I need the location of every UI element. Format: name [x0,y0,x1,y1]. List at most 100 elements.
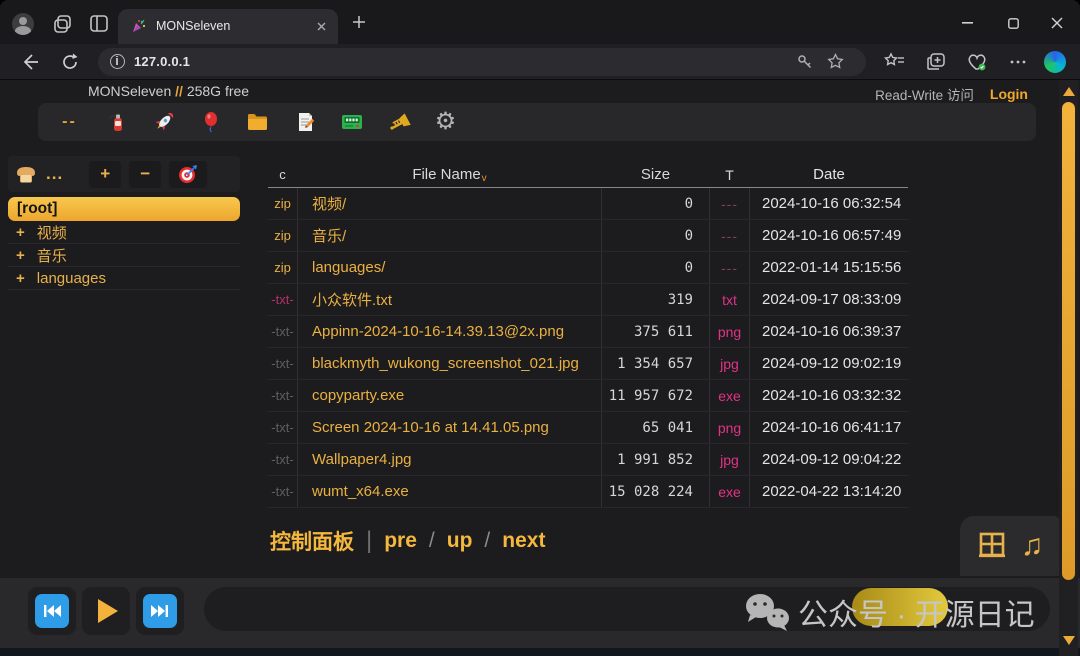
tree-item-label: 视频 [37,222,67,243]
scrollbar-thumb[interactable] [1062,102,1075,580]
rocket-icon[interactable] [140,105,187,139]
tree-expander[interactable]: + [16,224,25,241]
dart-target-icon[interactable] [169,161,207,188]
next-track-button[interactable] [136,587,184,635]
reload-icon[interactable] [60,52,80,72]
tree-item-label: 音乐 [37,245,67,266]
tree-expand-button[interactable]: + [89,161,121,188]
tab-title: MONSeleven [156,19,230,33]
url-bar[interactable]: 127.0.0.1 [98,48,866,76]
close-window-icon[interactable] [1040,12,1074,34]
toggle-dashes-button[interactable]: -- [46,105,93,139]
header-size[interactable]: Size [602,162,710,187]
file-name-link[interactable]: Screen 2024-10-16 at 14.41.05.png [298,412,602,443]
file-row: -txt-copyparty.exe11 957 672exe2024-10-1… [268,380,908,412]
file-view-link[interactable]: -txt- [268,380,298,411]
page-scrollbar[interactable] [1059,80,1078,656]
media-player-bar: 公众号 · 开源日记 [0,578,1080,648]
url-text[interactable]: 127.0.0.1 [134,54,190,69]
file-row: ziplanguages/0---2022-01-14 15:15:56 [268,252,908,284]
browser-tab[interactable]: MONSeleven [118,9,338,44]
back-icon[interactable] [20,52,40,72]
file-name-link[interactable]: languages/ [298,252,602,283]
file-type: txt [710,284,750,315]
collections-icon[interactable] [926,52,946,72]
control-panel-link[interactable]: 控制面板 [270,526,354,556]
file-name-link[interactable]: wumt_x64.exe [298,476,602,507]
login-link[interactable]: Login [990,86,1028,102]
star-icon[interactable] [827,53,844,70]
key-icon[interactable] [796,53,814,71]
file-date: 2024-10-16 03:32:32 [750,380,908,411]
site-title[interactable]: MONSeleven [88,83,171,99]
file-view-link[interactable]: -txt- [268,476,298,507]
workspaces-icon[interactable] [52,14,74,34]
file-view-link[interactable]: -txt- [268,348,298,379]
file-name-link[interactable]: 小众软件.txt [298,284,602,315]
file-name-link[interactable]: Appinn-2024-10-16-14.39.13@2x.png [298,316,602,347]
file-view-link[interactable]: zip [268,252,298,283]
file-view-link[interactable]: -txt- [268,412,298,443]
close-tab-icon[interactable] [315,20,328,33]
previous-track-button[interactable] [28,587,76,635]
trumpet-icon[interactable] [375,105,422,139]
file-name-link[interactable]: 音乐/ [298,220,602,251]
header-date[interactable]: Date [750,162,908,187]
tree-root-selected[interactable]: [root] [8,197,240,221]
file-view-link[interactable]: -txt- [268,444,298,475]
new-tab-icon[interactable] [352,15,366,29]
music-note-icon[interactable]: ♫ [1021,531,1044,561]
minimize-icon[interactable] [950,12,984,34]
file-type: --- [710,252,750,283]
prev-page-link[interactable]: pre [384,529,417,553]
memo-icon[interactable] [281,105,328,139]
scroll-down-arrow-icon[interactable] [1063,636,1075,645]
play-button[interactable] [82,587,130,635]
header-file-name[interactable]: File Namev [298,162,602,187]
file-name-link[interactable]: 视频/ [298,188,602,219]
console-icon[interactable] [328,105,375,139]
file-view-link[interactable]: -txt- [268,284,298,315]
vertical-tabs-icon[interactable] [88,14,110,34]
file-name-link[interactable]: blackmyth_wukong_screenshot_021.jpg [298,348,602,379]
view-toggle-widget: ♫ [960,516,1060,576]
folder-icon[interactable] [234,105,281,139]
more-icon[interactable] [1008,52,1028,72]
up-dir-link[interactable]: up [447,529,473,553]
gear-icon[interactable]: ⚙ [422,105,469,139]
sidebar: ... + − [root] + 视频 + 音乐+languages [8,156,240,290]
tree-expander[interactable]: + [16,247,25,264]
info-icon[interactable] [110,54,125,69]
sidebar-tree-item[interactable]: + 视频 [8,221,240,244]
file-view-link[interactable]: zip [268,188,298,219]
grid-view-icon[interactable] [977,531,1007,561]
copilot-icon[interactable] [1044,51,1066,73]
header-right: Read-Write 访问 Login [875,84,1028,104]
maximize-icon[interactable] [996,12,1030,34]
file-name-link[interactable]: Wallpaper4.jpg [298,444,602,475]
fire-extinguisher-icon[interactable] [93,105,140,139]
profile-avatar[interactable] [12,13,34,35]
tree-collapse-button[interactable]: − [129,161,161,188]
bread-icon[interactable] [14,163,38,185]
header-c[interactable]: c [268,162,298,187]
file-size: 1 354 657 [602,348,710,379]
file-table-header: c File Namev Size T Date [268,162,908,188]
tree-expander[interactable]: + [16,270,25,287]
scroll-up-arrow-icon[interactable] [1063,87,1075,96]
avatar-body [15,26,31,35]
file-view-link[interactable]: -txt- [268,316,298,347]
favorites-bar-icon[interactable] [884,52,904,72]
balloon-icon[interactable] [187,105,234,139]
file-table: c File Namev Size T Date zip视频/0---2024-… [268,162,908,508]
sidebar-tree-item[interactable]: + 音乐 [8,244,240,267]
file-view-link[interactable]: zip [268,220,298,251]
header-type[interactable]: T [710,162,750,187]
file-name-link[interactable]: copyparty.exe [298,380,602,411]
essentials-icon[interactable] [966,52,986,72]
avatar-head [19,17,27,25]
sidebar-tree-item[interactable]: +languages [8,267,240,290]
parent-dir-link[interactable]: ... [46,164,63,184]
next-page-link[interactable]: next [502,529,545,553]
file-type: exe [710,380,750,411]
